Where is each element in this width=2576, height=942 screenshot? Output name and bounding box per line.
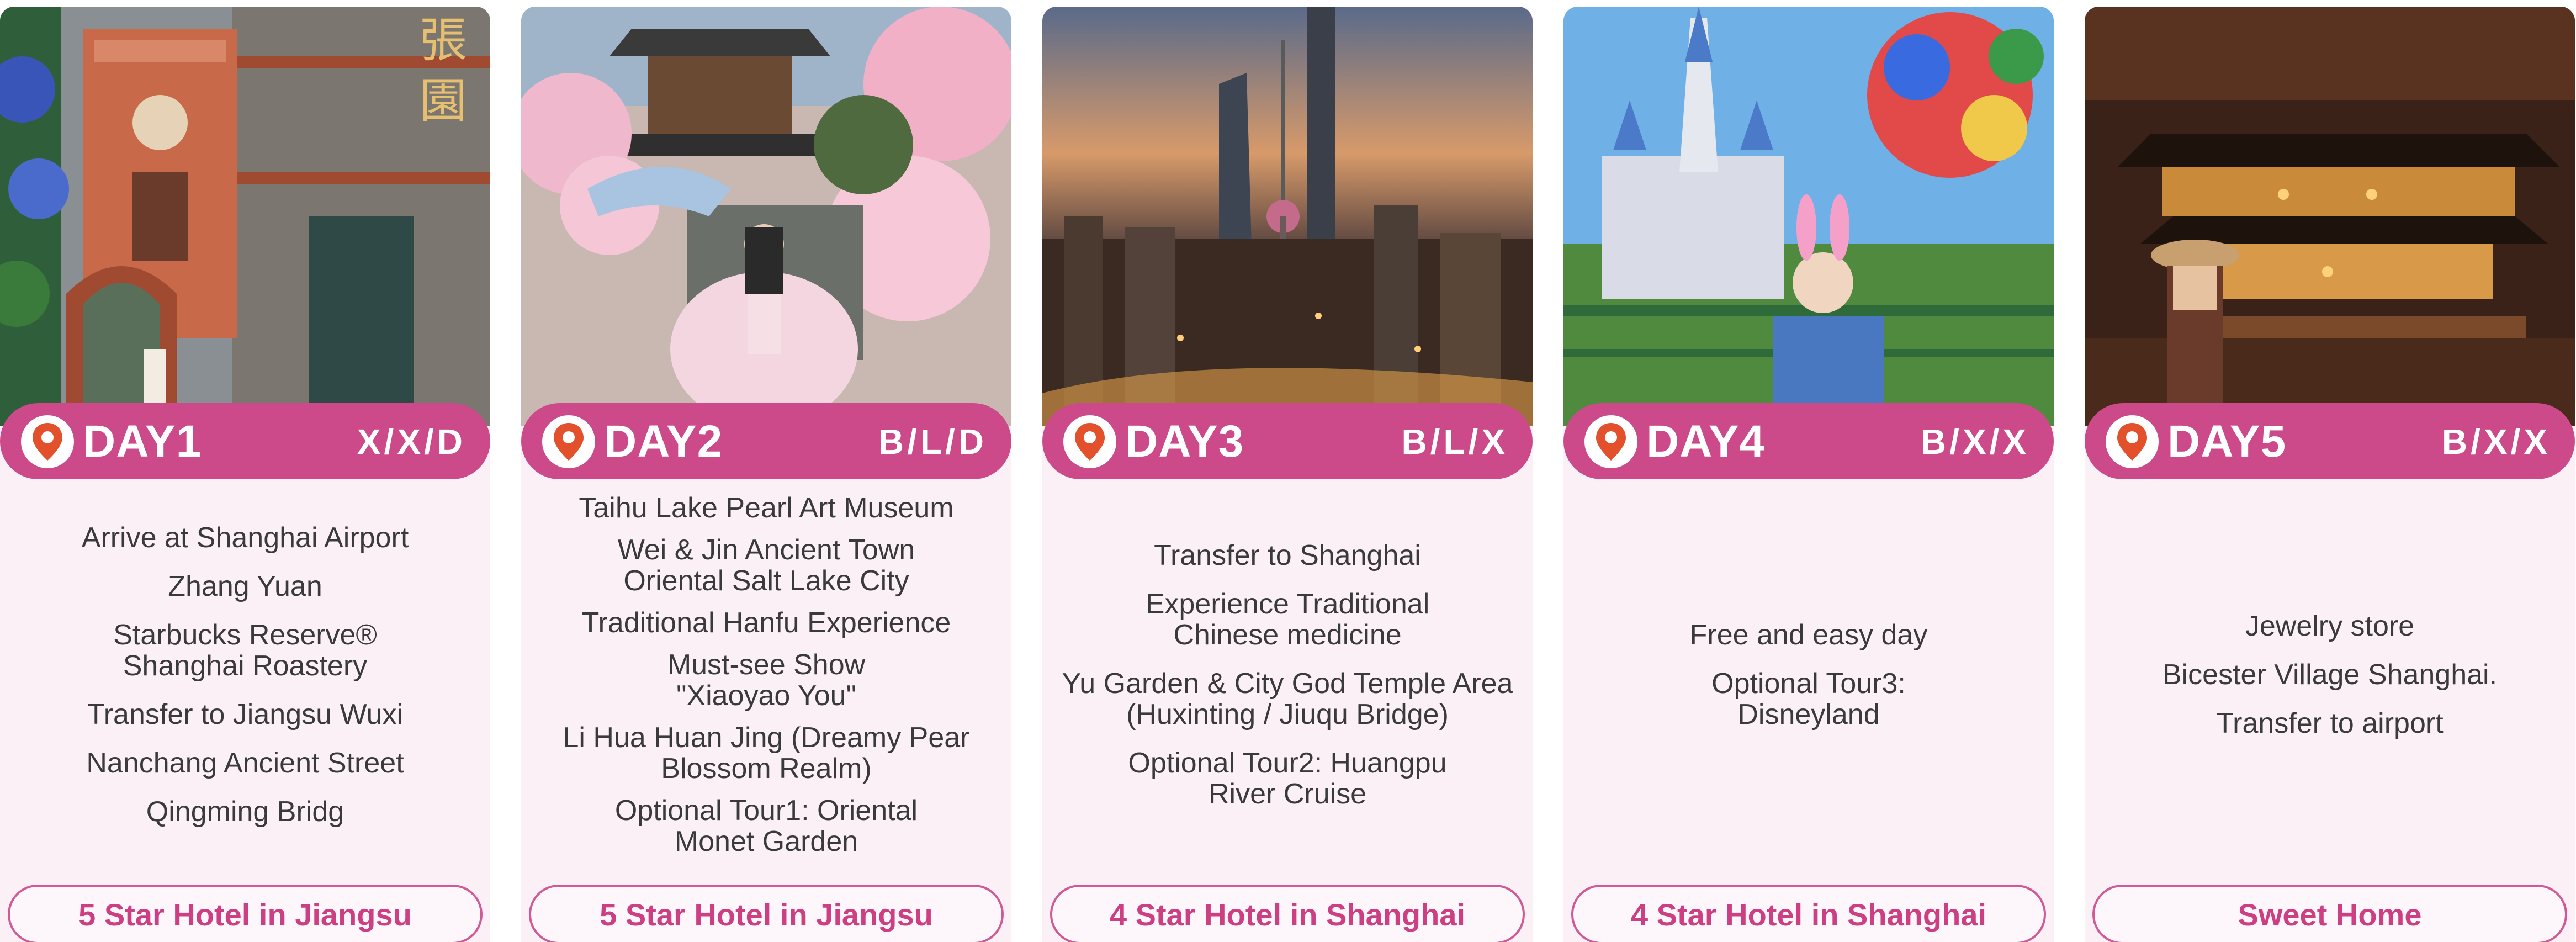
svg-text:園: 園 xyxy=(420,73,467,129)
shanghai-brick-building-photo: 張 園 xyxy=(0,7,490,426)
day-2-itinerary: Taihu Lake Pearl Art Museum Wei & Jin An… xyxy=(521,481,1011,868)
hotel-badge: 4 Star Hotel in Shanghai xyxy=(1571,885,2046,942)
day-card-3: DAY3 B/L/X Transfer to Shanghai Experien… xyxy=(1042,7,1533,942)
disneyland-castle-photo xyxy=(1563,7,2054,426)
day-4-banner: DAY4 B/X/X xyxy=(1563,403,2054,479)
day-label: DAY4 xyxy=(1646,416,1766,467)
day-label: DAY1 xyxy=(83,416,202,467)
meals-code: B/X/X xyxy=(1920,422,2029,462)
location-pin-icon xyxy=(542,415,595,468)
hotel-badge: 5 Star Hotel in Jiangsu xyxy=(529,885,1004,942)
day-card-2: DAY2 B/L/D Taihu Lake Pearl Art Museum W… xyxy=(521,7,1011,942)
day-label: DAY2 xyxy=(604,416,723,467)
day-card-4: DAY4 B/X/X Free and easy day Optional To… xyxy=(1563,7,2054,942)
stop: Free and easy day xyxy=(1689,619,1928,651)
stop: Transfer to Shanghai xyxy=(1154,539,1421,571)
svg-text:張: 張 xyxy=(420,13,467,68)
meals-code: B/L/X xyxy=(1401,422,1508,462)
day-3-photo xyxy=(1042,7,1533,426)
day-4-itinerary: Free and easy day Optional Tour3: Disney… xyxy=(1563,481,2054,868)
meals-code: B/X/X xyxy=(2441,422,2551,462)
day-5-itinerary: Jewelry store Bicester Village Shanghai.… xyxy=(2085,481,2575,868)
day-label: DAY3 xyxy=(1125,416,1244,467)
day-4-photo xyxy=(1563,7,2054,426)
day-2-banner: DAY2 B/L/D xyxy=(521,403,1011,479)
stop: Optional Tour3: Disneyland xyxy=(1711,668,1906,731)
stop: Nanchang Ancient Street xyxy=(86,747,404,779)
shanghai-skyline-dusk-photo xyxy=(1042,7,1533,426)
stop: Transfer to airport xyxy=(2216,707,2444,739)
stop: Jewelry store xyxy=(2245,610,2415,642)
meals-code: B/L/D xyxy=(878,422,987,462)
location-pin-icon xyxy=(1063,415,1116,468)
day-1-itinerary: Arrive at Shanghai Airport Zhang Yuan St… xyxy=(0,481,490,868)
location-pin-icon xyxy=(2106,415,2159,468)
stop: Yu Garden & City God Temple Area (Huxint… xyxy=(1062,668,1513,731)
day-1-banner: DAY1 X/X/D xyxy=(0,403,490,479)
itinerary-row: 張 園 DAY1 X/X/D Arrive at Shanghai Airpor… xyxy=(0,0,2576,942)
hotel-badge: 5 Star Hotel in Jiangsu xyxy=(8,885,483,942)
day-label: DAY5 xyxy=(2167,416,2287,467)
stop: Traditional Hanfu Experience xyxy=(581,607,951,639)
stop: Transfer to Jiangsu Wuxi xyxy=(87,698,404,731)
stop: Li Hua Huan Jing (Dreamy Pear Blossom Re… xyxy=(563,722,970,785)
stop: Taihu Lake Pearl Art Museum xyxy=(579,492,954,524)
stop: Optional Tour1: Oriental Monet Garden xyxy=(614,795,918,858)
day-5-photo xyxy=(2085,7,2575,426)
stop: Wei & Jin Ancient Town Oriental Salt Lak… xyxy=(617,534,915,597)
yu-garden-night-photo xyxy=(2085,7,2575,426)
day-5-banner: DAY5 B/X/X xyxy=(2085,403,2575,479)
location-pin-icon xyxy=(21,415,74,468)
location-pin-icon xyxy=(1584,415,1637,468)
day-2-photo xyxy=(521,7,1011,426)
stop: Bicester Village Shanghai. xyxy=(2162,659,2498,691)
day-1-photo: 張 園 xyxy=(0,7,490,426)
day-card-1: 張 園 DAY1 X/X/D Arrive at Shanghai Airpor… xyxy=(0,7,490,942)
hanfu-pagoda-blossom-photo xyxy=(521,7,1011,426)
day-3-banner: DAY3 B/L/X xyxy=(1042,403,1533,479)
day-card-5: DAY5 B/X/X Jewelry store Bicester Villag… xyxy=(2085,7,2575,942)
meals-code: X/X/D xyxy=(357,422,466,462)
stop: Qingming Bridg xyxy=(146,796,344,828)
stop: Must-see Show "Xiaoyao You" xyxy=(667,649,866,712)
stop: Experience Traditional Chinese medicine xyxy=(1145,588,1430,651)
stop: Zhang Yuan xyxy=(168,570,322,602)
day-3-itinerary: Transfer to Shanghai Experience Traditio… xyxy=(1042,481,1533,868)
hotel-badge: 4 Star Hotel in Shanghai xyxy=(1050,885,1525,942)
stop: Arrive at Shanghai Airport xyxy=(81,522,409,554)
hotel-badge: Sweet Home xyxy=(2092,885,2567,942)
stop: Optional Tour2: Huangpu River Cruise xyxy=(1128,747,1447,810)
stop: Starbucks Reserve® Shanghai Roastery xyxy=(113,619,377,682)
